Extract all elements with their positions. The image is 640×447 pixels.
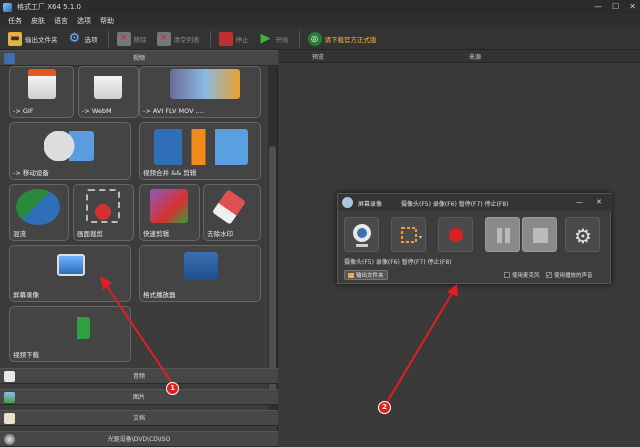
arrow-2-line xyxy=(385,289,455,405)
annotation-badge-1: 1 xyxy=(166,382,179,395)
arrow-2-head xyxy=(447,284,458,297)
annotation-arrows xyxy=(100,276,458,405)
format-factory-window: 格式工厂 X64 5.1.0 — ☐ ✕ 任务 皮肤 语言 选项 帮助 ▬ 输出… xyxy=(0,0,640,447)
arrow-1-head xyxy=(100,276,112,290)
arrow-1-line xyxy=(103,281,173,384)
annotation-badge-2: 2 xyxy=(378,401,391,414)
